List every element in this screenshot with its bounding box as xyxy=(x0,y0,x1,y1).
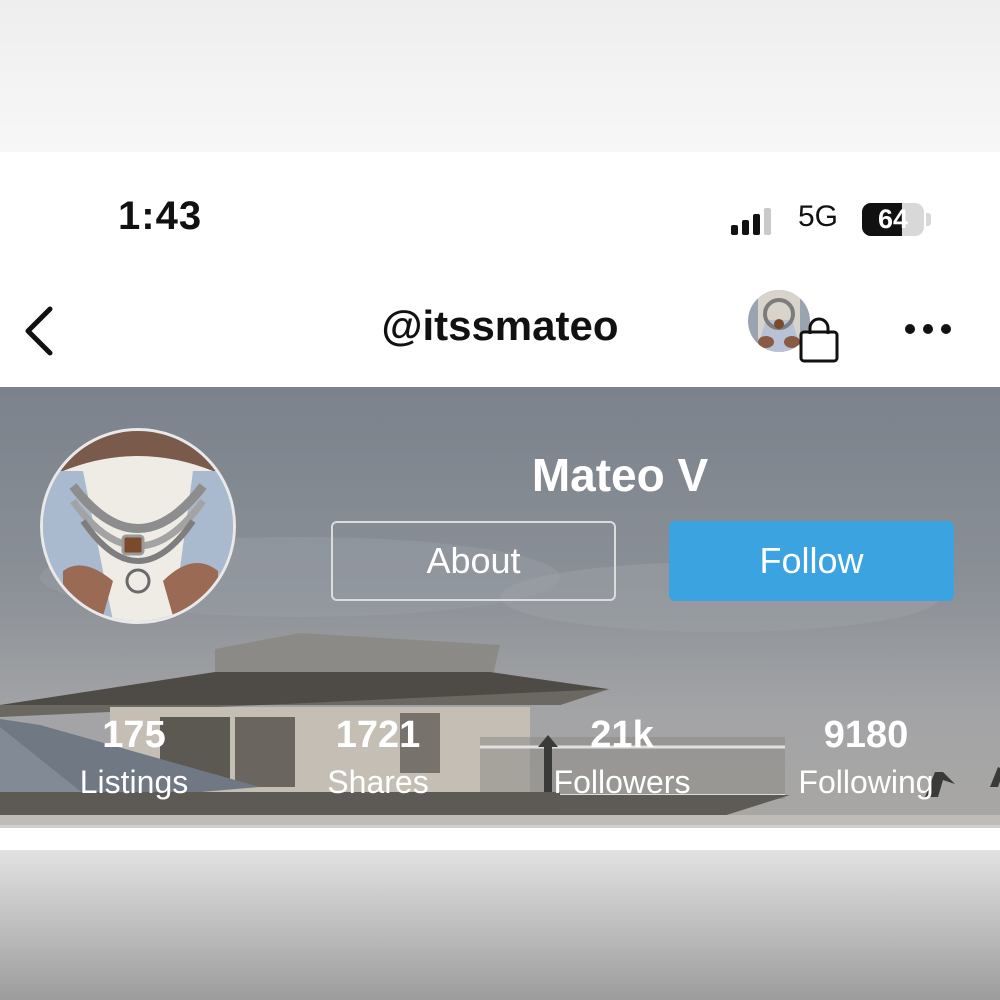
more-options-button[interactable] xyxy=(900,312,956,346)
battery-icon: 64 xyxy=(862,203,924,236)
status-time: 1:43 xyxy=(118,194,203,238)
stat-value: 1721 xyxy=(335,714,421,756)
stat-label: Following xyxy=(798,764,934,800)
avatar-image xyxy=(43,431,233,621)
back-chevron-icon xyxy=(25,306,53,356)
stat-listings[interactable]: 175 Listings xyxy=(34,712,234,806)
stat-label: Followers xyxy=(553,764,691,800)
stat-label: Shares xyxy=(327,764,429,800)
battery-level-text: 64 xyxy=(877,204,909,234)
stat-value: 21k xyxy=(590,714,654,756)
back-button[interactable] xyxy=(18,303,68,359)
signal-icon xyxy=(731,205,771,235)
display-name: Mateo V xyxy=(531,449,709,501)
about-button[interactable]: About xyxy=(331,521,616,601)
more-dots-icon xyxy=(905,324,951,334)
stat-value: 175 xyxy=(102,714,166,756)
profile-avatar[interactable] xyxy=(40,428,236,624)
top-blur-area xyxy=(0,0,1000,152)
stat-shares[interactable]: 1721 Shares xyxy=(278,712,478,806)
banner-divider xyxy=(0,825,1000,828)
network-label: 5G xyxy=(798,200,839,233)
stat-label: Listings xyxy=(79,764,189,800)
shopping-bag-icon[interactable] xyxy=(796,316,842,364)
stat-following[interactable]: 9180 Following xyxy=(766,712,966,806)
battery-nub xyxy=(926,213,931,226)
stat-value: 9180 xyxy=(823,714,909,756)
page-title: @itssmateo xyxy=(381,302,619,349)
follow-button[interactable]: Follow xyxy=(669,521,954,601)
profile-page: 1:43 5G 64 @itssmateo Mateo V About Foll… xyxy=(0,0,1000,1000)
stat-followers[interactable]: 21k Followers xyxy=(522,712,722,806)
